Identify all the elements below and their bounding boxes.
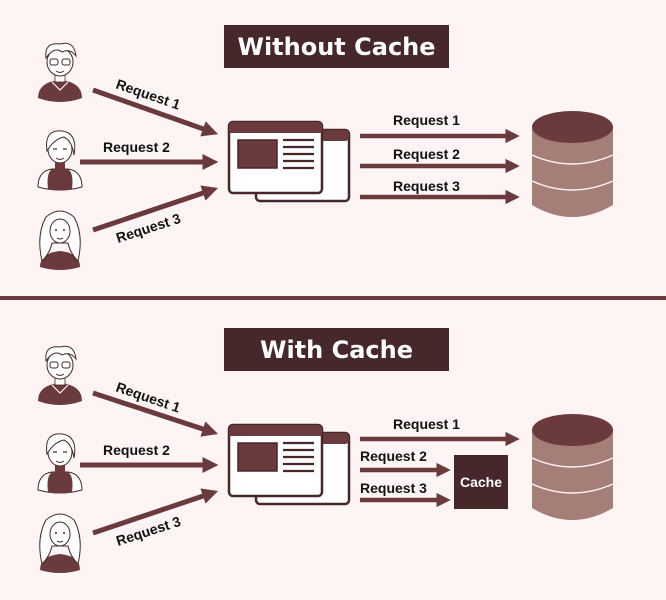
outgoing-request-label: Request 2 — [393, 146, 460, 162]
panel-with-cache: With Cache Request 1 Request 2 Request 3… — [37, 328, 614, 574]
incoming-request-label: Request 2 — [103, 139, 170, 155]
panel-title: With Cache — [260, 336, 413, 364]
browser-window-icon — [227, 120, 351, 203]
panel-title: Without Cache — [237, 33, 435, 61]
incoming-request-label: Request 3 — [114, 210, 183, 246]
outgoing-request-label: Request 2 — [360, 448, 427, 464]
outgoing-request-label: Request 1 — [393, 112, 460, 128]
user-woman-short-hair-icon — [37, 433, 83, 495]
incoming-request-label: Request 2 — [103, 442, 170, 458]
panel-title-box: Without Cache — [224, 25, 449, 68]
outgoing-request-label: Request 3 — [393, 178, 460, 194]
user-man-glasses-icon — [37, 42, 83, 103]
section-divider — [0, 296, 666, 300]
outgoing-request-label: Request 3 — [360, 480, 427, 496]
database-icon — [531, 110, 614, 218]
outgoing-request-label: Request 1 — [393, 416, 460, 432]
cache-diagram: Without Cache Request 1 Request 2 Reques… — [0, 25, 666, 574]
incoming-request-label: Request 3 — [114, 513, 183, 549]
user-woman-long-hair-icon — [39, 513, 81, 574]
cache-box: Cache — [454, 455, 508, 509]
user-woman-short-hair-icon — [37, 130, 83, 192]
browser-window-icon — [227, 423, 351, 506]
user-man-glasses-icon — [37, 345, 83, 406]
panel-without-cache: Without Cache Request 1 Request 2 Reques… — [37, 25, 614, 271]
panel-title-box: With Cache — [224, 328, 449, 371]
database-icon — [531, 413, 614, 521]
cache-label: Cache — [460, 474, 502, 490]
user-woman-long-hair-icon — [39, 210, 81, 271]
